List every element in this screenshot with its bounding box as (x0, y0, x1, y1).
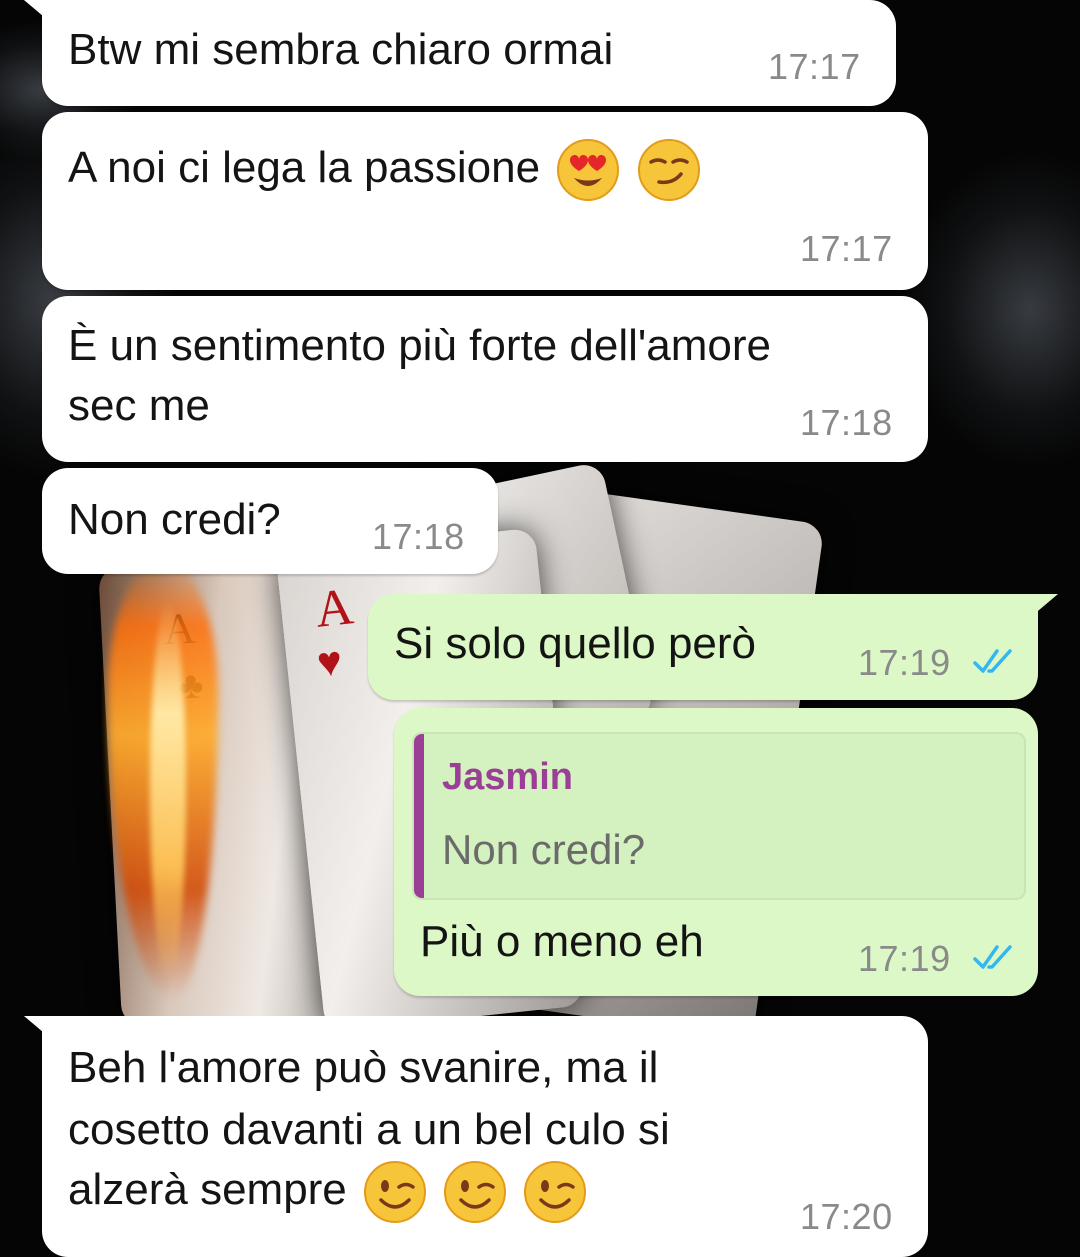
message-timestamp: 17:19 (858, 938, 951, 979)
incoming-message[interactable]: Non credi? 17:18 (42, 468, 498, 574)
message-text: A noi ci lega la passione (68, 138, 701, 202)
incoming-message[interactable]: Beh l'amore può svanire, ma il cosetto d… (24, 1016, 928, 1257)
double-check-read-icon (973, 945, 1012, 969)
message-text: Btw mi sembra chiaro ormai (68, 25, 614, 74)
wink-emoji-icon (524, 1161, 587, 1224)
quoted-text: Non credi? (442, 826, 646, 873)
wink-emoji-icon (444, 1161, 507, 1224)
message-text-line: cosetto davanti a un bel culo si (68, 1105, 670, 1154)
incoming-message[interactable]: A noi ci lega la passione 17:17 (42, 112, 928, 290)
incoming-message[interactable]: Btw mi sembra chiaro ormai 17:17 (24, 0, 896, 106)
quote-accent-bar (414, 734, 424, 898)
message-timestamp: 17:20 (800, 1196, 893, 1237)
message-text-line: A noi ci lega la passione (68, 143, 541, 192)
message-timestamp: 17:19 (858, 642, 951, 683)
message-timestamp: 17:18 (372, 516, 465, 557)
message-text: Non credi? (68, 495, 281, 544)
quoted-reply[interactable]: Jasmin Non credi? (412, 732, 1026, 900)
flame-icon (150, 600, 186, 980)
message-text-line: sec me (68, 381, 210, 430)
ace-rank-icon: A (312, 578, 356, 639)
bubble-tail (1032, 594, 1058, 616)
message-text-line: Beh l'amore può svanire, ma il (68, 1043, 659, 1092)
wink-emoji-icon (364, 1161, 427, 1224)
heart-eyes-emoji-icon (557, 139, 620, 202)
message-text-line: È un sentimento più forte dell'amore (68, 321, 772, 370)
outgoing-message[interactable]: Si solo quello però 17:19 (368, 594, 1058, 700)
bubble-tail (24, 1016, 50, 1038)
incoming-message[interactable]: È un sentimento più forte dell'amore sec… (42, 296, 928, 462)
message-text-line: alzerà sempre (68, 1165, 347, 1214)
bubble-tail (24, 0, 50, 22)
message-text: alzerà sempre (68, 1160, 587, 1224)
message-timestamp: 17:17 (768, 46, 861, 87)
heart-suit-icon: ♥ (314, 638, 345, 688)
message-text: Più o meno eh (420, 917, 704, 966)
message-text: Si solo quello però (394, 619, 757, 668)
message-timestamp: 17:17 (800, 228, 893, 269)
double-check-read-icon (973, 649, 1012, 673)
outgoing-message[interactable]: Jasmin Non credi? Più o meno eh 17:19 (394, 708, 1038, 996)
message-timestamp: 17:18 (800, 402, 893, 443)
smirk-emoji-icon (637, 139, 700, 202)
quoted-author: Jasmin (442, 756, 573, 798)
